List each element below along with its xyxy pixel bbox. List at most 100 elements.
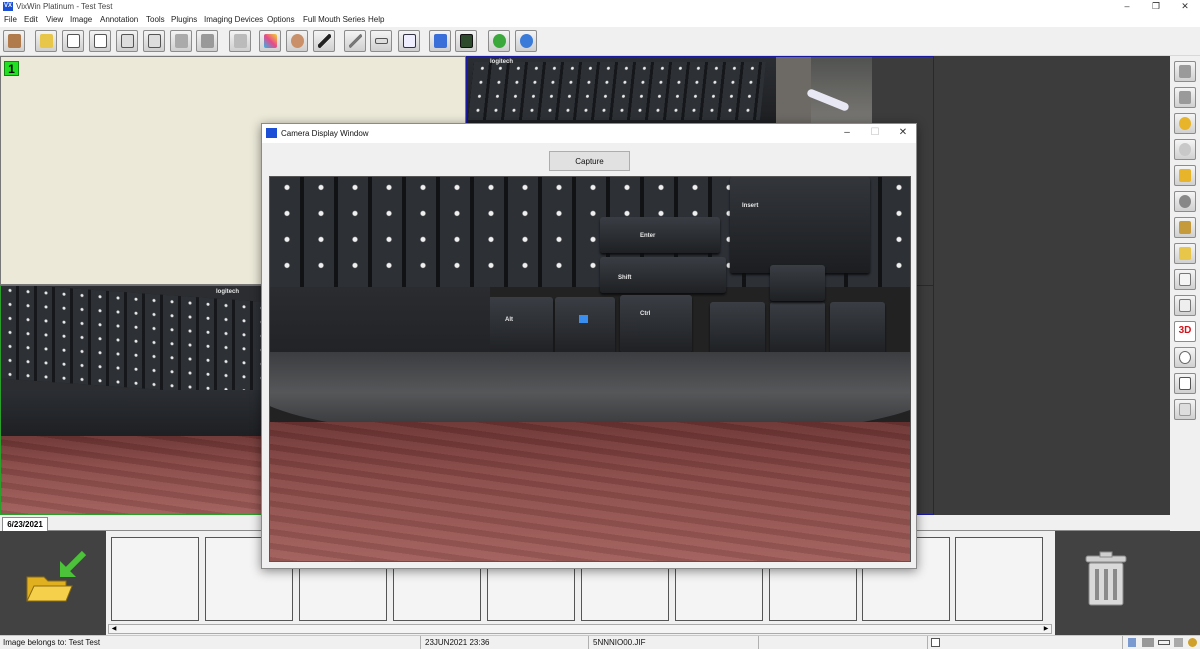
- line-icon: [349, 34, 362, 48]
- document-button[interactable]: [62, 30, 84, 52]
- paste-button[interactable]: [116, 30, 138, 52]
- pen-button[interactable]: [313, 30, 335, 52]
- tooth-button[interactable]: [1174, 269, 1196, 290]
- text-annotation-button[interactable]: [398, 30, 420, 52]
- info-icon: [520, 34, 533, 48]
- menu-tools[interactable]: Tools: [146, 15, 165, 24]
- menu-edit[interactable]: Edit: [24, 15, 38, 24]
- minimize-button[interactable]: –: [1112, 0, 1142, 13]
- copy-button[interactable]: [89, 30, 111, 52]
- brightness-icon: [1179, 195, 1191, 208]
- pen-icon: [318, 34, 331, 48]
- ruler-button[interactable]: [370, 30, 392, 52]
- thumbnail-slot[interactable]: [955, 537, 1043, 621]
- menu-options[interactable]: Options: [267, 15, 295, 24]
- book-button[interactable]: [1174, 373, 1196, 394]
- window-button[interactable]: [429, 30, 451, 52]
- color-filter-icon: [264, 34, 277, 48]
- restore-button[interactable]: ❐: [1141, 0, 1171, 13]
- menu-plugins[interactable]: Plugins: [171, 15, 197, 24]
- patient-button[interactable]: [3, 30, 25, 52]
- close-button[interactable]: ✕: [1170, 0, 1200, 13]
- zoom-in-button[interactable]: [1174, 113, 1196, 134]
- 3d-button[interactable]: 3D: [1174, 321, 1196, 342]
- menu-annotation[interactable]: Annotation: [100, 15, 138, 24]
- window-title: VixWin Platinum - Test Test: [16, 2, 113, 11]
- print-button[interactable]: [196, 30, 218, 52]
- menu-image[interactable]: Image: [70, 15, 92, 24]
- line-button[interactable]: [344, 30, 366, 52]
- status-tray-icon: [1188, 638, 1197, 647]
- date-tab[interactable]: 6/23/2021: [2, 517, 48, 531]
- thumbnail-scrollbar[interactable]: ◀ ▶: [108, 624, 1052, 634]
- contrast-button[interactable]: [1174, 217, 1196, 238]
- enhance-button[interactable]: [1174, 243, 1196, 264]
- import-folder-icon[interactable]: [0, 531, 106, 635]
- rotate-left-icon: [1179, 65, 1191, 78]
- eraser-icon: [234, 34, 247, 48]
- rotate-right-icon: [1179, 91, 1191, 104]
- menu-full-mouth-series[interactable]: Full Mouth Series: [303, 15, 365, 24]
- face-icon: [291, 34, 304, 48]
- tooth-icon: [1179, 273, 1191, 286]
- email-button[interactable]: [170, 30, 192, 52]
- tooth-implant-button[interactable]: [1174, 295, 1196, 316]
- camera-maximize-button[interactable]: ☐: [861, 126, 889, 141]
- 3d-icon: 3D: [1178, 325, 1192, 336]
- thumbnail-slot[interactable]: [111, 537, 199, 621]
- brightness-button[interactable]: [1174, 191, 1196, 212]
- text-annotation-icon: [403, 34, 416, 48]
- menu-view[interactable]: View: [46, 15, 63, 24]
- eraser-button[interactable]: [229, 30, 251, 52]
- zoom-out-button[interactable]: [1174, 139, 1196, 160]
- camera-window-titlebar: Camera Display Window – ☐ ✕: [262, 124, 916, 143]
- book-icon: [1179, 377, 1191, 390]
- menu-file[interactable]: File: [4, 15, 17, 24]
- menu-bar: File Edit View Image Annotation Tools Pl…: [0, 13, 1200, 27]
- scroll-right-icon[interactable]: ▶: [1041, 625, 1051, 633]
- multi-page-icon: [148, 34, 161, 48]
- arrow-right-key: [830, 302, 885, 354]
- scroll-left-icon[interactable]: ◀: [109, 625, 119, 633]
- help-button[interactable]: [488, 30, 510, 52]
- alt-key: Alt: [485, 297, 553, 355]
- trash-icon[interactable]: [1055, 531, 1200, 635]
- camera-live-view: Enter Shift Insert Alt Ctrl: [269, 176, 911, 562]
- open-folder-icon: [40, 34, 53, 48]
- status-document-icon: [931, 638, 940, 647]
- camera-minimize-button[interactable]: –: [833, 126, 861, 141]
- title-bar: VX VixWin Platinum - Test Test – ❐ ✕: [0, 0, 1200, 13]
- trash-panel: [1055, 531, 1200, 635]
- image-tools-sidebar: 3D: [1170, 56, 1200, 432]
- open-folder-button[interactable]: [35, 30, 57, 52]
- import-panel: [0, 531, 106, 635]
- capture-button[interactable]: Capture: [549, 151, 630, 171]
- enter-key: Enter: [600, 217, 720, 253]
- speech-bubble-button[interactable]: [1174, 347, 1196, 368]
- print-icon: [201, 34, 214, 48]
- status-battery-icon: [1158, 640, 1170, 645]
- toolbar: [0, 27, 1200, 56]
- calculator-button[interactable]: [455, 30, 477, 52]
- keyboard-brand-2: logitech: [216, 289, 240, 295]
- help-icon: [493, 34, 506, 48]
- arrow-down-key: [770, 302, 825, 354]
- enhance-icon: [1179, 247, 1191, 260]
- arrow-up-key: [770, 265, 825, 301]
- multi-page-button[interactable]: [143, 30, 165, 52]
- window-icon: [434, 34, 447, 48]
- ctrl-key: Ctrl: [620, 295, 692, 353]
- color-filter-button[interactable]: [259, 30, 281, 52]
- menu-help[interactable]: Help: [368, 15, 384, 24]
- tooth-outline-button[interactable]: [1174, 399, 1196, 420]
- camera-close-button[interactable]: ✕: [889, 126, 917, 141]
- speech-bubble-icon: [1179, 351, 1191, 364]
- rotate-right-button[interactable]: [1174, 87, 1196, 108]
- zoom-window-button[interactable]: [1174, 165, 1196, 186]
- face-button[interactable]: [286, 30, 308, 52]
- menu-imaging-devices[interactable]: Imaging Devices: [204, 15, 263, 24]
- zoom-window-icon: [1179, 169, 1191, 182]
- shift-key: Shift: [600, 257, 726, 293]
- rotate-left-button[interactable]: [1174, 61, 1196, 82]
- info-button[interactable]: [515, 30, 537, 52]
